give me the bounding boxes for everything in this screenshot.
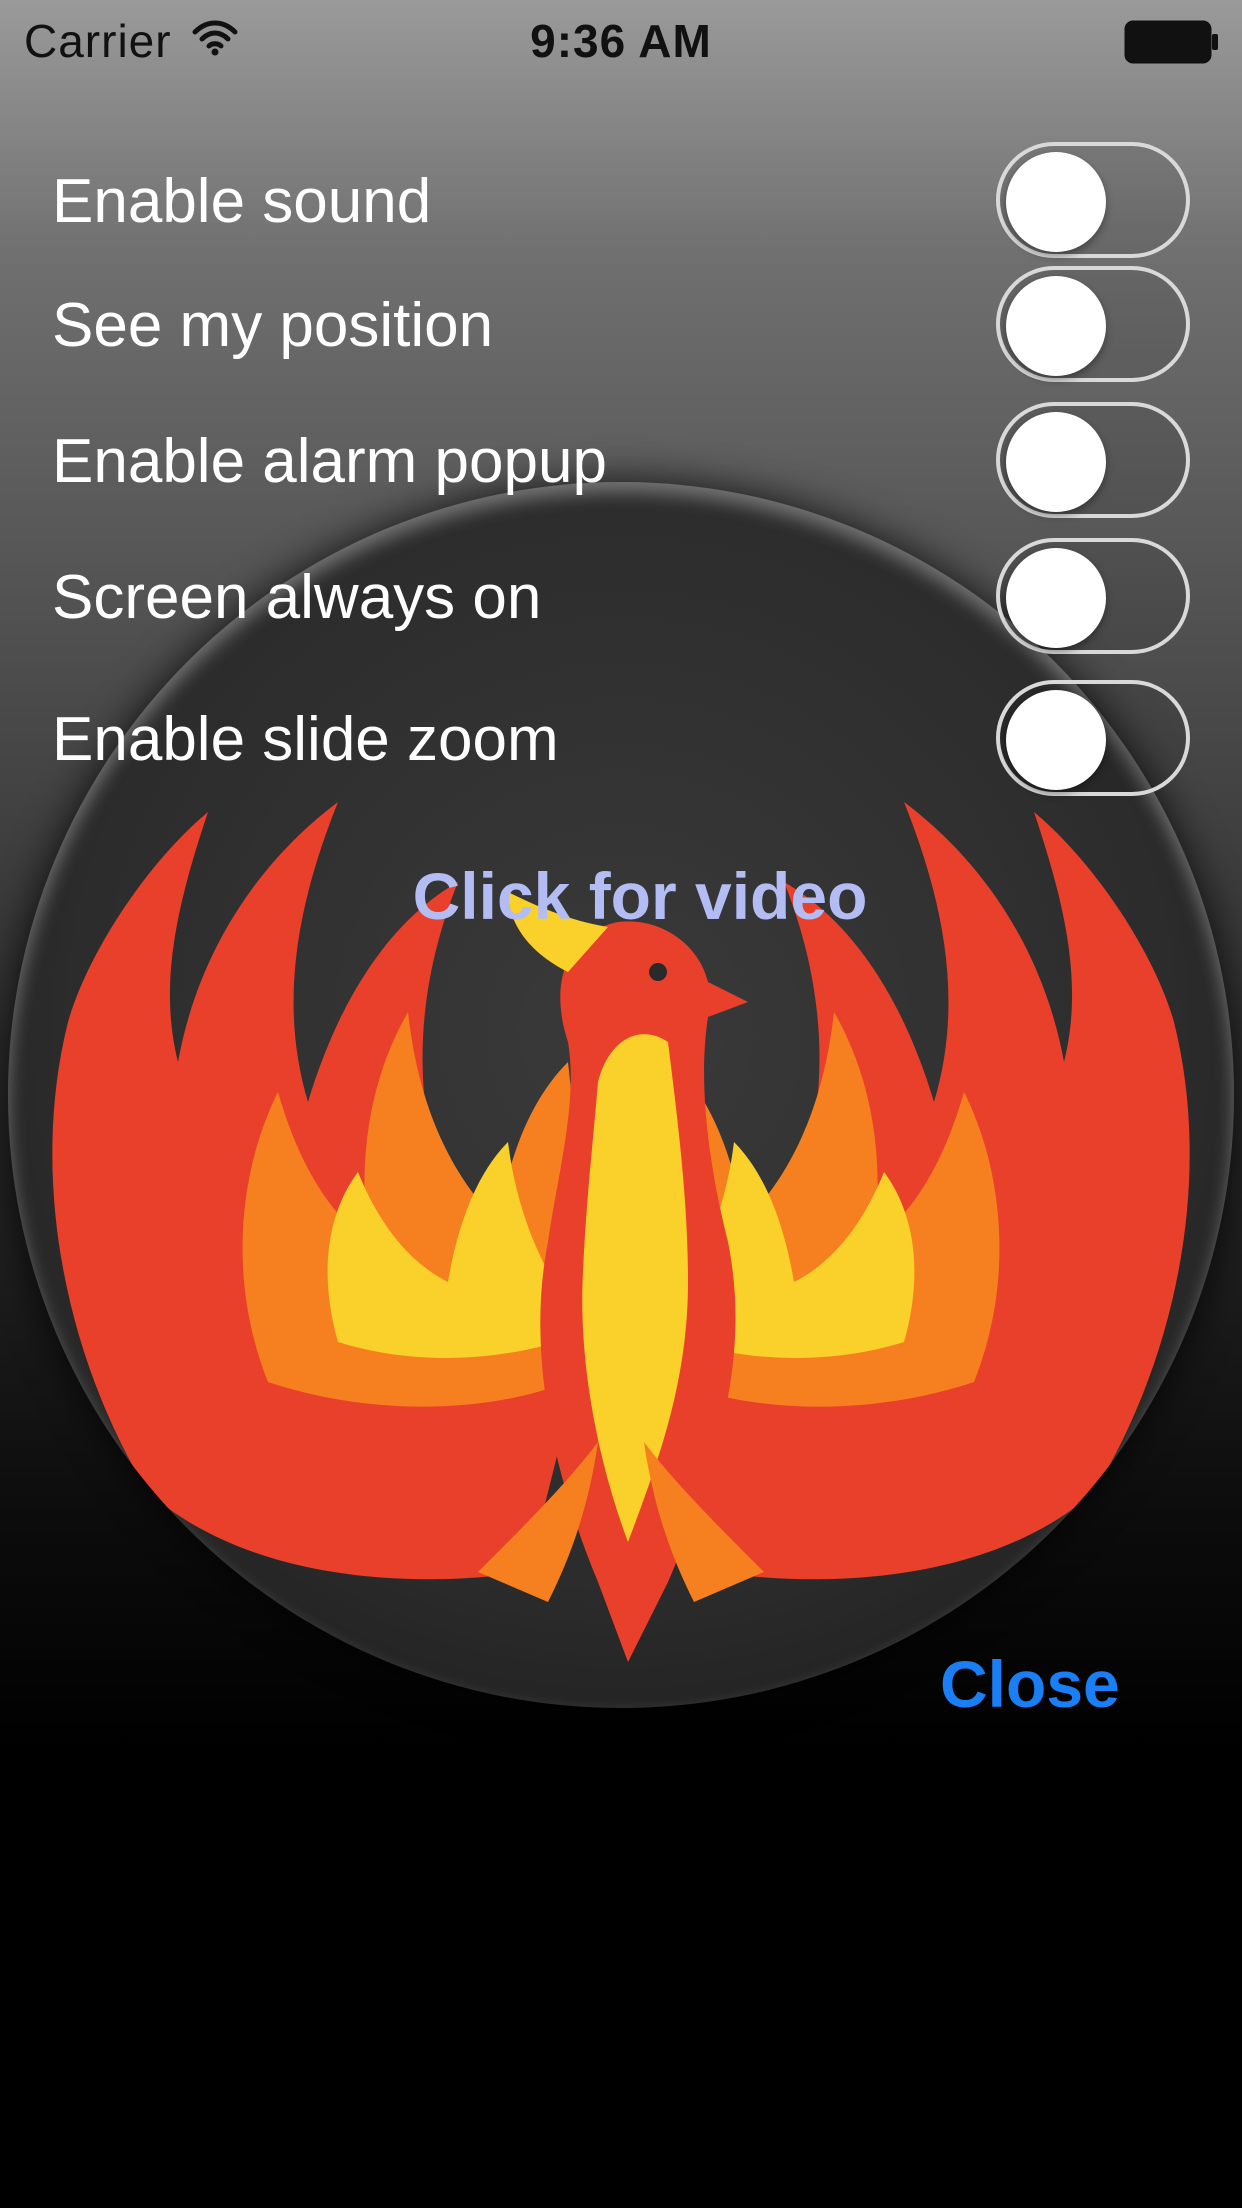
phoenix-icon	[52, 802, 1190, 1662]
video-link-button[interactable]: Click for video	[0, 858, 1242, 934]
toggle-see-my-position[interactable]	[996, 266, 1190, 382]
toggle-knob	[1006, 152, 1106, 252]
toggle-enable-sound[interactable]	[996, 142, 1190, 258]
setting-row-enable-sound: Enable sound	[0, 142, 1242, 262]
toggle-screen-always-on[interactable]	[996, 538, 1190, 654]
setting-row-see-my-position: See my position	[0, 266, 1242, 386]
status-bar: Carrier 9:36 AM	[0, 0, 1242, 84]
settings-screen: Carrier 9:36 AM Enable sound See my posi…	[0, 0, 1242, 2208]
setting-row-screen-always-on: Screen always on	[0, 538, 1242, 658]
close-button[interactable]: Close	[940, 1646, 1120, 1722]
battery-icon	[1124, 20, 1218, 64]
setting-row-enable-slide-zoom: Enable slide zoom	[0, 680, 1242, 800]
setting-label-see-my-position: See my position	[52, 291, 494, 360]
setting-label-screen-always-on: Screen always on	[52, 563, 542, 632]
setting-label-enable-sound: Enable sound	[52, 167, 432, 236]
toggle-enable-alarm-popup[interactable]	[996, 402, 1190, 518]
toggle-enable-slide-zoom[interactable]	[996, 680, 1190, 796]
phoenix-logo	[8, 482, 1234, 1708]
toggle-knob	[1006, 276, 1106, 376]
clock: 9:36 AM	[530, 15, 712, 67]
setting-label-enable-slide-zoom: Enable slide zoom	[52, 705, 559, 774]
toggle-knob	[1006, 412, 1106, 512]
setting-label-enable-alarm-popup: Enable alarm popup	[52, 427, 607, 496]
toggle-knob	[1006, 548, 1106, 648]
setting-row-enable-alarm-popup: Enable alarm popup	[0, 402, 1242, 522]
toggle-knob	[1006, 690, 1106, 790]
